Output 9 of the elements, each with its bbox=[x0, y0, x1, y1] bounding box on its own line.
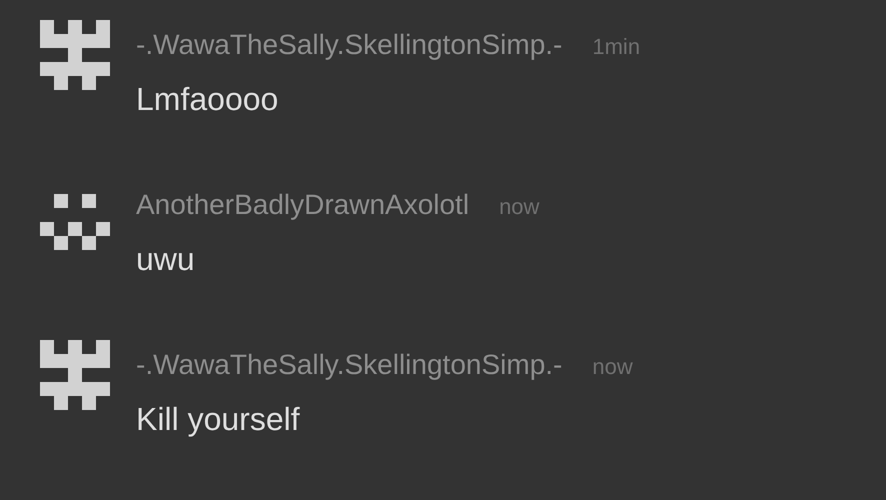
message-text: Lmfaoooo bbox=[136, 80, 280, 119]
message-text: Kill yourself bbox=[136, 400, 301, 439]
timestamp: now bbox=[592, 353, 633, 381]
username: -.WawaTheSally.SkellingtonSimp.- bbox=[136, 28, 562, 62]
message-text: uwu bbox=[136, 240, 196, 279]
timestamp: now bbox=[499, 193, 540, 221]
username: -.WawaTheSally.SkellingtonSimp.- bbox=[136, 348, 562, 382]
username: AnotherBadlyDrawnAxolotl bbox=[136, 188, 470, 222]
timestamp: 1min bbox=[592, 33, 640, 61]
